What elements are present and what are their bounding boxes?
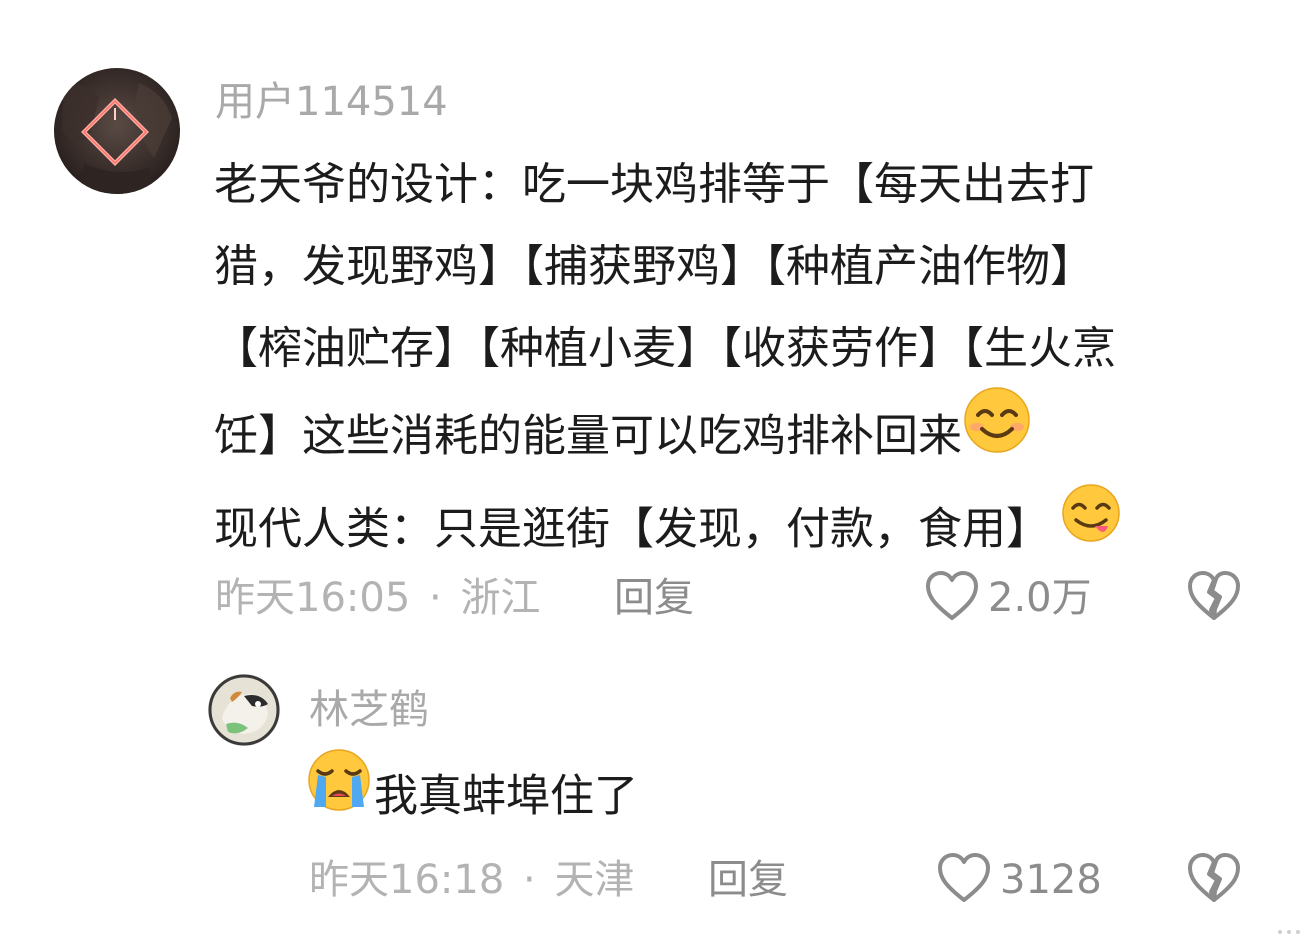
loudly-crying-face-emoji-icon bbox=[306, 747, 372, 840]
location: 浙江 bbox=[460, 575, 541, 621]
comment-line: 饪】这些消耗的能量可以吃鸡排补回来 bbox=[214, 410, 962, 462]
comment-line: 老天爷的设计：吃一块鸡排等于【每天出去打 bbox=[214, 159, 1094, 210]
comment-line-with-emoji: 我真蚌埠住了 bbox=[306, 749, 638, 845]
avatar-image bbox=[54, 68, 180, 194]
like-count: 2.0万 bbox=[988, 575, 1092, 621]
broken-heart-icon bbox=[1186, 853, 1242, 908]
comment-line-with-emoji: 饪】这些消耗的能量可以吃鸡排补回来 bbox=[214, 387, 1122, 487]
timestamp: 昨天16:18 bbox=[309, 857, 505, 903]
dislike-button[interactable] bbox=[1186, 570, 1242, 626]
comment-line: 现代人类：只是逛街【发现，付款，食用】 bbox=[214, 503, 1050, 555]
dislike-button[interactable] bbox=[1186, 852, 1242, 908]
heart-outline-icon bbox=[924, 570, 980, 626]
avatar[interactable] bbox=[208, 674, 280, 746]
comment-meta: 昨天16:18 · 天津 bbox=[309, 860, 634, 900]
comment-text: 老天爷的设计：吃一块鸡排等于【每天出去打 猎，发现野鸡】【捕获野鸡】【种植产油作… bbox=[214, 144, 1122, 576]
avatar[interactable] bbox=[54, 68, 180, 194]
username[interactable]: 林芝鹤 bbox=[309, 690, 429, 730]
smiling-face-emoji-icon bbox=[962, 385, 1032, 482]
separator-dot: · bbox=[523, 857, 536, 903]
reply-button[interactable]: 回复 bbox=[614, 578, 694, 618]
comment-line-with-emoji: 现代人类：只是逛街【发现，付款，食用】 bbox=[214, 484, 1122, 576]
avatar-image bbox=[208, 674, 280, 746]
separator-dot: · bbox=[429, 575, 442, 621]
comment-text: 我真蚌埠住了 bbox=[306, 749, 638, 845]
broken-heart-icon bbox=[1186, 571, 1242, 626]
comment-meta: 昨天16:05 · 浙江 bbox=[215, 578, 540, 618]
like-button[interactable]: 3128 bbox=[936, 852, 1102, 908]
heart-outline-icon bbox=[936, 852, 992, 908]
more-dots-icon bbox=[1277, 922, 1301, 941]
comment-line: 猎，发现野鸡】【捕获野鸡】【种植产油作物】 bbox=[214, 241, 1094, 292]
comment-line: 我真蚌埠住了 bbox=[374, 770, 638, 822]
location: 天津 bbox=[554, 857, 635, 903]
savoring-food-emoji-icon bbox=[1060, 482, 1122, 571]
timestamp: 昨天16:05 bbox=[215, 575, 411, 621]
comment-line: 【榨油贮存】【种植小麦】【收获劳作】【生火烹 bbox=[214, 323, 1116, 374]
like-count: 3128 bbox=[1000, 857, 1102, 903]
like-button[interactable]: 2.0万 bbox=[924, 570, 1092, 626]
username[interactable]: 用户114514 bbox=[215, 82, 448, 122]
reply-button[interactable]: 回复 bbox=[708, 860, 788, 900]
